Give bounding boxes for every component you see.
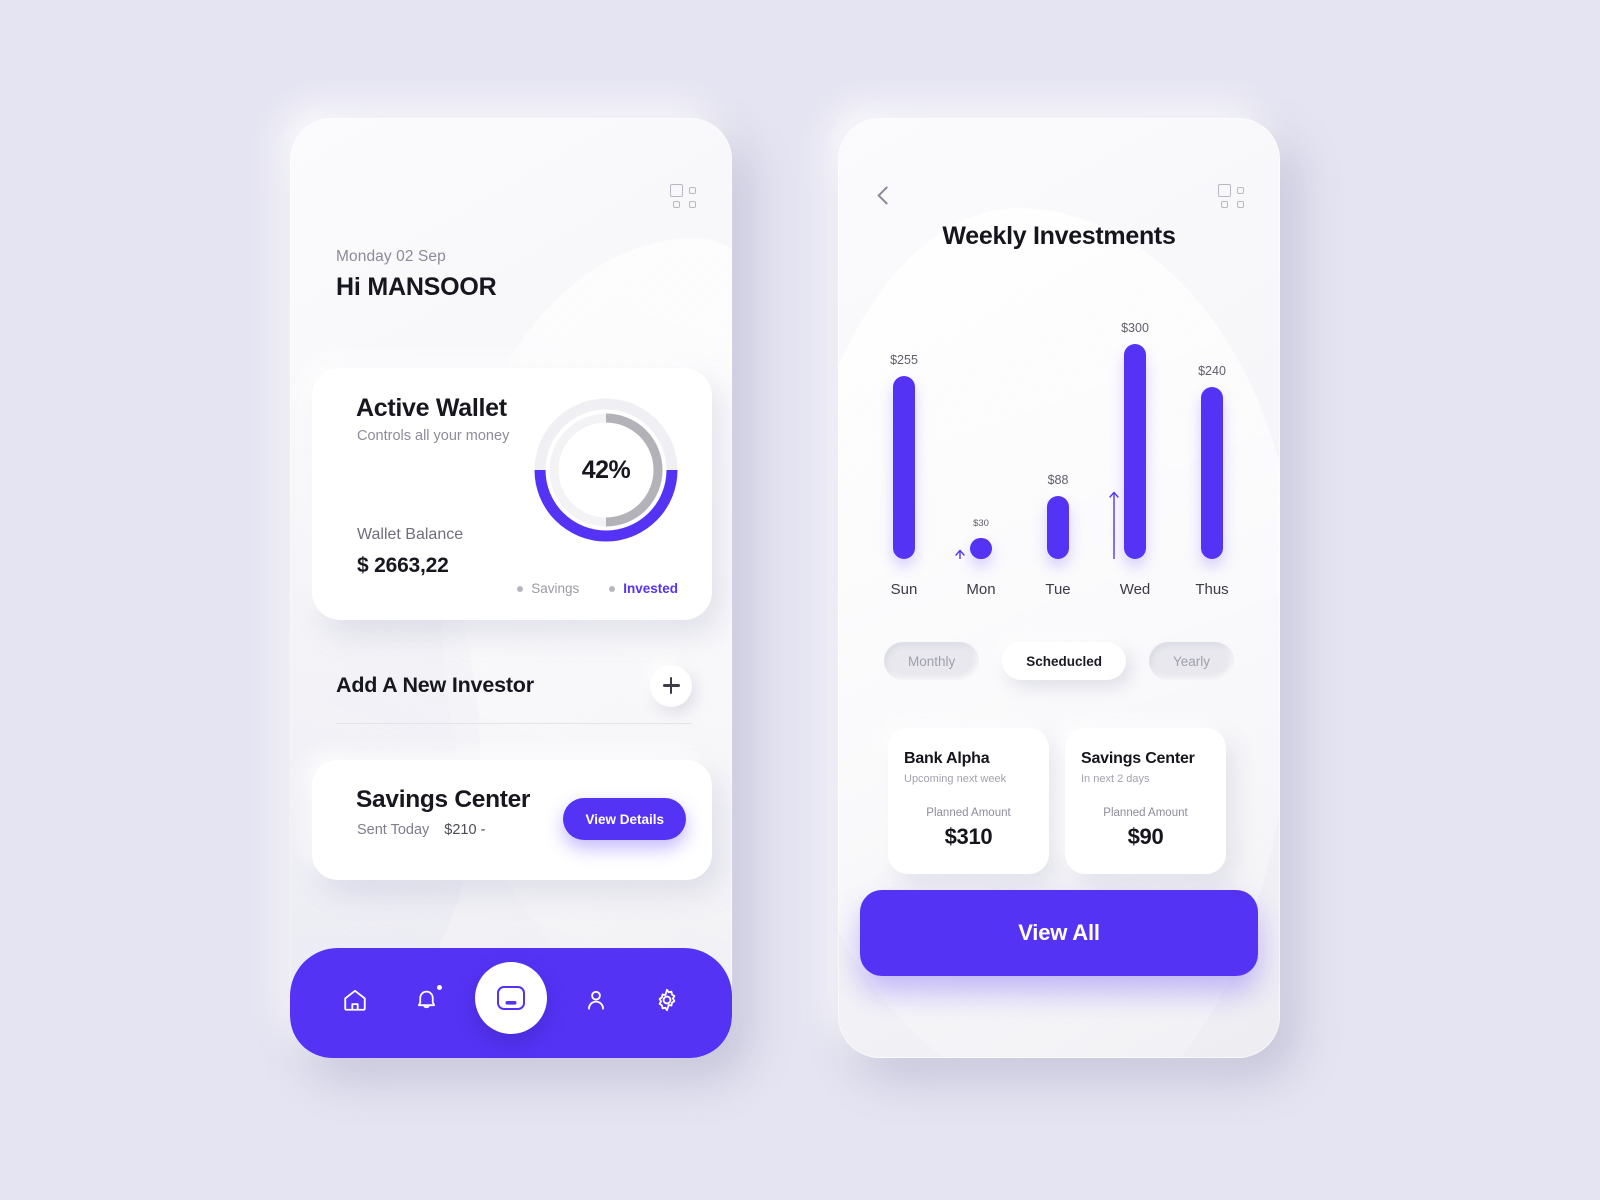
plan-amount-label: Planned Amount	[1103, 807, 1188, 819]
plan-when: Upcoming next week	[904, 773, 1007, 785]
weekly-investments-chart: $255 Sun $30 Mon $88 Tue $300 Wed $240 Thus	[868, 308, 1250, 598]
savings-sent-amount: $210 -	[444, 822, 486, 838]
bar-value-label: $300	[1121, 321, 1149, 335]
bar-value-label: $240	[1198, 364, 1226, 378]
plan-amount-label: Planned Amount	[926, 807, 1011, 819]
legend-label-savings: Savings	[531, 581, 580, 596]
savings-sent-label: Sent Today	[357, 822, 430, 838]
legend-dot-icon	[609, 585, 616, 592]
wallet-progress-value: 42%	[581, 455, 631, 484]
investments-topbar	[838, 176, 1280, 216]
grid-icon[interactable]	[1218, 184, 1244, 208]
filter-pill-monthly[interactable]: Monthly	[884, 642, 980, 680]
active-wallet-card[interactable]: Active Wallet Controls all your money 42…	[312, 368, 712, 620]
view-all-button[interactable]: View All	[860, 890, 1258, 976]
bar-column-thus[interactable]: $240 Thus	[1176, 308, 1248, 598]
bar[interactable]	[1109, 344, 1146, 559]
wallet-subtitle: Controls all your money	[357, 428, 510, 444]
bar-value-label: $255	[890, 353, 918, 368]
bar[interactable]	[955, 537, 992, 559]
legend-item-invested: Invested	[609, 581, 678, 596]
greeting-block: Monday 02 Sep Hi MANSOOR	[336, 248, 497, 302]
bar-value-label: $88	[1047, 472, 1069, 487]
filter-pill-yearly[interactable]: Yearly	[1148, 642, 1234, 680]
plan-amount-value: $310	[944, 824, 993, 849]
legend-dot-icon	[517, 585, 524, 592]
savings-subtitle: Sent Today $210 -	[357, 822, 485, 838]
wallet-title: Active Wallet	[356, 394, 507, 422]
filter-pill-group: Monthly Scheducled Yearly	[884, 642, 1234, 680]
up-arrow-icon	[953, 547, 967, 559]
bar[interactable]	[893, 376, 915, 559]
wallet-legend: Savings Invested	[517, 581, 678, 596]
bar-category-label: Tue	[1045, 581, 1071, 598]
plan-card-savings-center[interactable]: Savings Center In next 2 days Planned Am…	[1065, 728, 1226, 874]
up-arrow-icon	[1107, 489, 1121, 559]
view-details-button[interactable]: View Details	[563, 798, 686, 840]
nav-profile-button[interactable]	[574, 978, 618, 1022]
bar-value-label: $30	[973, 517, 989, 529]
current-date: Monday 02 Sep	[336, 248, 446, 265]
bar-category-label: Thus	[1195, 581, 1229, 598]
investments-screen-phone: Weekly Investments $255 Sun $30 Mon $88 Tue $3…	[838, 118, 1280, 1058]
bar[interactable]	[1047, 495, 1069, 559]
bar-column-mon[interactable]: $30 Mon	[945, 308, 1017, 598]
wallet-progress-donut: 42%	[532, 396, 680, 544]
home-icon	[344, 989, 367, 1011]
nav-home-button[interactable]	[333, 978, 377, 1022]
plus-icon[interactable]	[650, 664, 692, 707]
plan-card-bank-alpha[interactable]: Bank Alpha Upcoming next week Planned Am…	[888, 728, 1049, 874]
bar[interactable]	[1201, 387, 1223, 559]
nav-notifications-button[interactable]	[404, 978, 448, 1022]
wallet-icon	[496, 986, 525, 1010]
home-screen-phone: Monday 02 Sep Hi MANSOOR Active Wallet C…	[290, 118, 732, 1058]
nav-settings-button[interactable]	[645, 978, 689, 1022]
legend-item-savings: Savings	[517, 581, 579, 596]
bar-category-label: Sun	[890, 581, 918, 598]
bell-icon	[417, 990, 435, 1008]
savings-title: Savings Center	[356, 786, 531, 813]
plan-when: In next 2 days	[1081, 773, 1150, 785]
savings-center-card[interactable]: Savings Center Sent Today $210 - View Det…	[312, 760, 712, 880]
greeting-title: Hi MANSOOR	[336, 273, 497, 301]
notification-dot-icon	[437, 985, 443, 990]
plan-amount-value: $90	[1127, 824, 1164, 849]
gear-icon	[658, 988, 675, 1012]
grid-icon[interactable]	[670, 184, 696, 208]
plan-name: Bank Alpha	[904, 750, 990, 767]
nav-wallet-button[interactable]	[474, 962, 547, 1034]
filter-pill-scheduled[interactable]: Scheducled	[1002, 642, 1127, 680]
plan-card-list: Bank Alpha Upcoming next week Planned Am…	[888, 728, 1226, 874]
wallet-balance-label: Wallet Balance	[357, 526, 464, 543]
chevron-left-icon[interactable]	[874, 185, 896, 207]
legend-label-invested: Invested	[623, 581, 678, 596]
add-investor-label: Add A New Investor	[336, 673, 534, 697]
wallet-balance-value: $ 2663,22	[357, 554, 449, 577]
person-icon	[587, 990, 604, 1010]
bar-category-label: Mon	[966, 581, 996, 598]
bar-column-sun[interactable]: $255 Sun	[868, 308, 940, 598]
home-topbar	[290, 176, 732, 216]
bar-column-tue[interactable]: $88 Tue	[1022, 308, 1094, 598]
bottom-navigation-bar	[290, 948, 732, 1058]
plan-name: Savings Center	[1081, 750, 1195, 767]
bar-column-wed[interactable]: $300 Wed	[1099, 308, 1171, 598]
bar-category-label: Wed	[1119, 581, 1151, 598]
page-title: Weekly Investments	[942, 222, 1176, 250]
add-investor-row[interactable]: Add A New Investor	[336, 648, 692, 724]
